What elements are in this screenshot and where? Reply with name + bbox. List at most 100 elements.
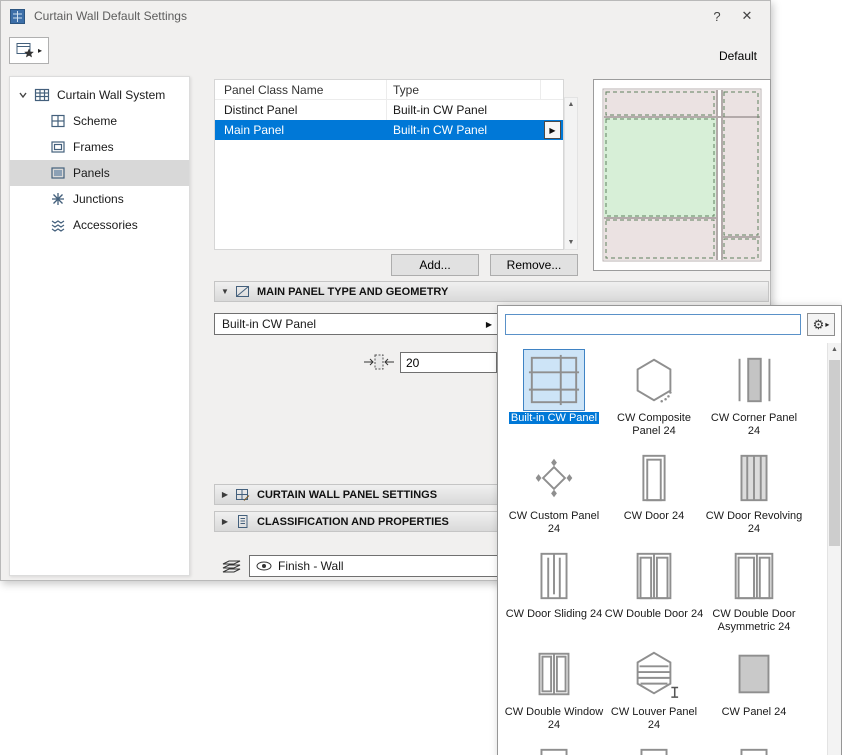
panel-outline-icon [723, 741, 785, 755]
frames-icon [50, 139, 66, 155]
tree-item-label: Junctions [73, 192, 124, 206]
panel-type-item[interactable]: CW Composite Panel 24 [604, 346, 704, 444]
section-main-panel-type-and-geometry[interactable]: ▼ MAIN PANEL TYPE AND GEOMETRY [214, 281, 769, 302]
add-button[interactable]: Add... [391, 254, 479, 276]
panel-type-item[interactable]: CW Louver Panel 24 [604, 640, 704, 738]
panel-type-item[interactable]: CW Door Sliding 24 [504, 542, 604, 640]
panel-type-item[interactable]: CW Double Door 24 [604, 542, 704, 640]
tree-item-scheme[interactable]: Scheme [10, 108, 189, 134]
table-row-main-panel[interactable]: Main Panel Built-in CW Panel ▶ [215, 120, 563, 140]
settings-button[interactable]: ⚙ ▸ [807, 313, 835, 336]
panel-geometry-icon [235, 284, 250, 299]
tree-item-label: Curtain Wall System [57, 88, 165, 102]
cell-panel-class-name: Main Panel [215, 123, 387, 137]
search-input[interactable] [505, 314, 801, 335]
help-button[interactable]: ? [702, 9, 732, 24]
close-button[interactable]: ✕ [732, 8, 762, 24]
curtain-wall-system-icon [34, 87, 50, 103]
triangle-right-icon: ▶ [215, 517, 235, 526]
section-classification-and-properties[interactable]: ▶ CLASSIFICATION AND PROPERTIES [214, 511, 498, 532]
panel-type-item-label: CW Double Door Asymmetric 24 [704, 608, 804, 634]
layer-selector[interactable]: Finish - Wall [249, 555, 499, 577]
panel-outline-icon [523, 741, 585, 755]
panel-type-item-label: Built-in CW Panel [504, 412, 604, 425]
panel-type-item[interactable]: CW Door Revolving 24 [704, 444, 804, 542]
panel-type-item[interactable]: CW Panel 24 [704, 640, 804, 738]
popup-scrollbar[interactable]: ▲ [827, 343, 841, 755]
panel-type-item[interactable]: CW Door 24 [604, 444, 704, 542]
chevron-down-icon[interactable] [18, 90, 28, 100]
right-arrow-icon: ▶ [486, 320, 492, 329]
door-icon [623, 447, 685, 509]
panel-type-dropdown[interactable]: Built-in CW Panel ▶ [214, 313, 498, 335]
scroll-down-icon[interactable]: ▼ [565, 236, 577, 249]
panel-type-item[interactable]: CW Double Door Asymmetric 24 [704, 542, 804, 640]
section-title: CURTAIN WALL PANEL SETTINGS [257, 489, 437, 501]
panel-type-item-label: CW Door 24 [604, 510, 704, 523]
panel-settings-icon [235, 487, 250, 502]
dialog-app-icon [10, 9, 25, 24]
scroll-up-icon[interactable]: ▲ [828, 343, 841, 356]
tree-item-accessories[interactable]: Accessories [10, 212, 189, 238]
panel-icon [723, 643, 785, 705]
eye-icon [256, 561, 272, 571]
section-title: MAIN PANEL TYPE AND GEOMETRY [257, 286, 448, 298]
default-favorite-label: Default [719, 49, 757, 63]
panel-outline-icon [623, 741, 685, 755]
tree-item-junctions[interactable]: Junctions [10, 186, 189, 212]
tree-item-label: Frames [73, 140, 114, 154]
panel-type-item[interactable]: CW Custom Panel 24 [504, 444, 604, 542]
scrollbar-thumb[interactable] [829, 360, 840, 546]
panel-thickness-icon [363, 353, 395, 371]
accessories-icon [50, 217, 66, 233]
dialog-title: Curtain Wall Default Settings [34, 9, 187, 23]
panel-type-item-label: CW Louver Panel 24 [604, 706, 704, 732]
builtin-cw-panel-icon [523, 349, 585, 411]
thickness-input[interactable] [400, 352, 497, 373]
curtain-wall-preview-drawing [602, 88, 762, 262]
gear-icon: ⚙ [813, 318, 825, 331]
table-header-row: Panel Class Name Type [215, 80, 563, 100]
cell-panel-type: Built-in CW Panel [387, 103, 563, 117]
tree-item-frames[interactable]: Frames [10, 134, 189, 160]
column-header-type: Type [387, 80, 541, 99]
corner-panel-icon [723, 349, 785, 411]
composite-panel-icon [623, 349, 685, 411]
panel-type-item-label: CW Door Revolving 24 [704, 510, 804, 536]
panel-type-item[interactable] [504, 738, 604, 755]
remove-button[interactable]: Remove... [490, 254, 578, 276]
panel-type-item-label: CW Double Door 24 [604, 608, 704, 621]
panel-type-popup: ⚙ ▸ Built-in CW PanelCW Composite Panel … [497, 305, 842, 755]
panel-type-item-label: CW Composite Panel 24 [604, 412, 704, 438]
scroll-up-icon[interactable]: ▲ [565, 98, 577, 111]
dialog-titlebar[interactable]: Curtain Wall Default Settings ? ✕ [1, 1, 770, 31]
panels-icon [50, 165, 66, 181]
panel-class-table: Panel Class Name Type Distinct Panel Bui… [214, 79, 564, 250]
table-row-distinct-panel[interactable]: Distinct Panel Built-in CW Panel [215, 100, 563, 120]
favorites-button[interactable]: ▸ [9, 37, 49, 64]
tree-item-panels[interactable]: Panels [10, 160, 189, 186]
column-header-panel-class-name: Panel Class Name [215, 80, 387, 99]
panel-type-item-label: CW Custom Panel 24 [504, 510, 604, 536]
panel-type-item-label: CW Door Sliding 24 [504, 608, 604, 621]
custom-panel-icon [523, 447, 585, 509]
layer-value: Finish - Wall [278, 559, 344, 573]
tree-item-label: Accessories [73, 218, 138, 232]
double-door-icon [623, 545, 685, 607]
section-curtain-wall-panel-settings[interactable]: ▶ CURTAIN WALL PANEL SETTINGS [214, 484, 498, 505]
panel-type-item[interactable]: Built-in CW Panel [504, 346, 604, 444]
panel-type-item[interactable] [704, 738, 804, 755]
classification-document-icon [235, 514, 250, 529]
cell-panel-type: Built-in CW Panel [387, 123, 563, 137]
tree-item-curtain-wall-system[interactable]: Curtain Wall System [10, 82, 189, 108]
layers-icon [219, 557, 243, 575]
panel-type-flyout-button[interactable]: ▶ [544, 121, 561, 139]
panel-type-item[interactable]: CW Corner Panel 24 [704, 346, 804, 444]
triangle-right-icon: ▶ [215, 490, 235, 499]
right-arrow-icon: ▶ [549, 126, 555, 135]
panel-type-item-label: CW Corner Panel 24 [704, 412, 804, 438]
preview-pane[interactable] [593, 79, 771, 271]
panel-type-item[interactable] [604, 738, 704, 755]
table-scrollbar[interactable]: ▲ ▼ [564, 97, 578, 250]
panel-type-item[interactable]: CW Double Window 24 [504, 640, 604, 738]
